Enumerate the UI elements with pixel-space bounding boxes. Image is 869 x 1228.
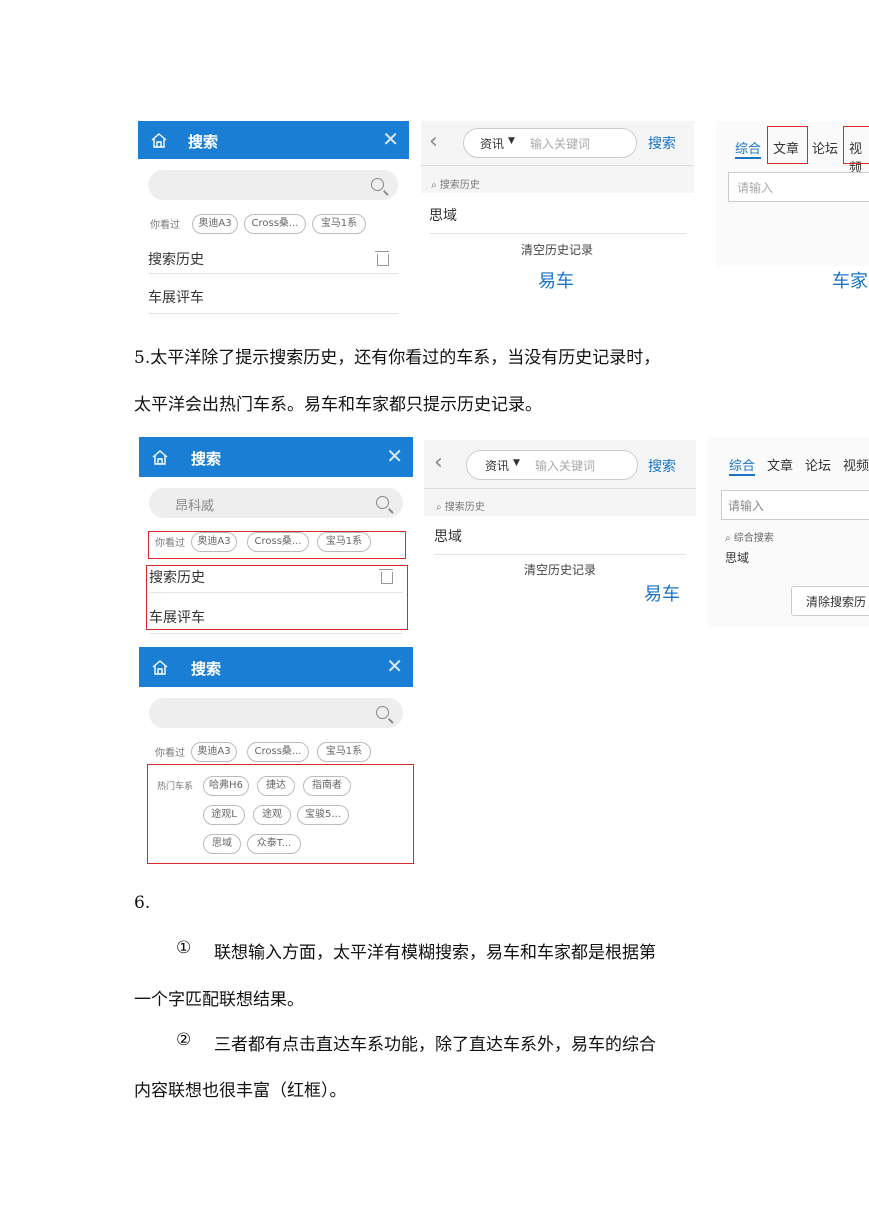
close-icon[interactable]: ✕ <box>386 654 403 678</box>
history-item[interactable]: 思域 <box>725 549 749 566</box>
back-icon[interactable]: ‹ <box>434 450 443 475</box>
divider <box>429 233 686 234</box>
search-input[interactable]: 资讯 ▼ 输入关键词 <box>466 450 638 480</box>
tab-论坛[interactable]: 论坛 <box>812 138 838 157</box>
point-2-line1: 三者都有点击直达车系功能，除了直达车系外，易车的综合 <box>214 1035 656 1055</box>
point-2-line2: 内容联想也很丰富（红框）。 <box>134 1081 347 1101</box>
highlight-box <box>146 565 408 630</box>
pcauto-title: 搜索 <box>191 660 222 678</box>
search-icon[interactable] <box>376 706 389 719</box>
point-2-marker: ② <box>176 1030 192 1050</box>
history-item[interactable]: 车展评车 <box>148 287 204 307</box>
seen-chip[interactable]: Cross桑... <box>247 742 309 762</box>
autohome-search-panel-1: 综合 文章 论坛 视频 请输入 <box>716 121 869 266</box>
pcauto-search-panel-1: 搜索 ✕ 你看过 奥迪A3 Cross桑... 宝马1系 搜索历史 车展评车 <box>138 121 409 326</box>
channel-select[interactable]: 资讯 <box>480 135 504 152</box>
history-label: ⌕ 综合搜索 <box>725 529 774 544</box>
paragraph-5-line2: 太平洋会出热门车系。易车和车家都只提示历史记录。 <box>134 395 542 415</box>
seen-chip[interactable]: 宝马1系 <box>317 742 371 762</box>
history-item[interactable]: 思域 <box>434 526 462 546</box>
divider <box>148 273 398 274</box>
search-input[interactable] <box>148 170 398 200</box>
yiche-search-panel-2: ‹ 资讯 ▼ 输入关键词 搜索 ⌕ 搜索历史 思域 清空历史记录 <box>424 440 696 588</box>
seen-chip[interactable]: 宝马1系 <box>312 214 366 234</box>
chevron-down-icon: ▼ <box>513 458 520 468</box>
chevron-down-icon: ▼ <box>508 136 515 146</box>
autohome-search-panel-2: 综合 文章 论坛 视频 请输入 ⌕ 综合搜索 思域 清除搜索历 <box>707 437 869 627</box>
pcauto-header: 搜索 ✕ <box>138 121 409 159</box>
yiche-caption: 易车 <box>538 271 574 292</box>
seen-chip[interactable]: 奥迪A3 <box>192 214 238 234</box>
tab-综合[interactable]: 综合 <box>735 138 761 157</box>
history-item[interactable]: 思域 <box>429 205 457 225</box>
divider <box>421 165 694 166</box>
highlight-box <box>147 764 414 864</box>
clear-history-button[interactable]: 清空历史记录 <box>521 241 593 258</box>
search-icon[interactable] <box>371 178 384 191</box>
search-icon: ⌕ <box>431 180 440 191</box>
history-label-text: 综合搜索 <box>733 533 774 544</box>
pcauto-header: 搜索 ✕ <box>139 647 413 687</box>
divider <box>434 554 686 555</box>
close-icon[interactable]: ✕ <box>382 127 399 151</box>
search-placeholder: 请输入 <box>737 181 774 195</box>
yiche-caption: 易车 <box>644 584 680 605</box>
search-query: 昂科威 <box>175 499 215 514</box>
clear-history-button[interactable]: 清除搜索历 <box>791 586 869 616</box>
section-6-number: 6. <box>134 893 151 913</box>
search-icon: ⌕ <box>725 533 734 544</box>
search-icon: ⌕ <box>436 502 445 513</box>
tab-文章[interactable]: 文章 <box>767 455 793 474</box>
seen-chip[interactable]: 奥迪A3 <box>191 742 237 762</box>
history-label: 搜索历史 <box>148 252 204 268</box>
search-input[interactable]: 请输入 <box>721 490 869 520</box>
active-tab-underline <box>729 474 755 476</box>
yiche-search-panel-1: ‹ 资讯 ▼ 输入关键词 搜索 ⌕ 搜索历史 思域 清空历史记录 <box>421 121 694 266</box>
tab-论坛[interactable]: 论坛 <box>805 455 831 474</box>
close-icon[interactable]: ✕ <box>386 444 403 468</box>
search-input[interactable]: 资讯 ▼ 输入关键词 <box>463 128 637 158</box>
search-button[interactable]: 搜索 <box>648 456 676 476</box>
search-placeholder: 输入关键词 <box>535 459 596 473</box>
channel-select[interactable]: 资讯 <box>485 457 509 474</box>
search-input[interactable]: 请输入 <box>728 172 869 202</box>
divider <box>148 313 398 314</box>
search-placeholder: 输入关键词 <box>530 137 591 151</box>
divider <box>424 488 696 489</box>
history-label: ⌕ 搜索历史 <box>431 176 480 191</box>
search-placeholder: 请输入 <box>728 499 765 513</box>
point-1-line2: 一个字匹配联想结果。 <box>134 990 304 1010</box>
seen-label: 你看过 <box>155 748 185 759</box>
seen-label: 你看过 <box>150 220 180 231</box>
seen-chip[interactable]: Cross桑... <box>244 214 306 234</box>
search-icon[interactable] <box>376 496 389 509</box>
search-button[interactable]: 搜索 <box>648 133 676 153</box>
trash-icon[interactable] <box>375 251 389 266</box>
home-icon[interactable] <box>150 132 168 148</box>
search-input[interactable]: 昂科威 <box>149 488 403 518</box>
home-icon[interactable] <box>151 659 169 675</box>
clear-history-label: 清除搜索历 <box>806 595 867 609</box>
history-label: ⌕ 搜索历史 <box>436 498 485 513</box>
back-icon[interactable]: ‹ <box>429 129 438 154</box>
search-input[interactable] <box>149 698 403 728</box>
point-1-line1: 联想输入方面，太平洋有模糊搜索，易车和车家都是根据第 <box>214 943 656 963</box>
tab-综合[interactable]: 综合 <box>729 455 755 474</box>
history-label-text: 搜索历史 <box>444 502 485 513</box>
home-icon[interactable] <box>151 449 169 465</box>
pcauto-title: 搜索 <box>188 133 219 151</box>
divider <box>149 633 403 634</box>
highlight-box <box>148 531 406 559</box>
paragraph-5-line1: 5.太平洋除了提示搜索历史，还有你看过的车系，当没有历史记录时， <box>134 348 661 368</box>
clear-history-button[interactable]: 清空历史记录 <box>524 561 596 578</box>
pcauto-title: 搜索 <box>191 450 222 468</box>
highlight-box <box>767 126 808 164</box>
highlight-box <box>843 126 869 164</box>
point-1-marker: ① <box>176 938 192 958</box>
active-tab-underline <box>735 157 761 159</box>
autohome-caption: 车家 <box>832 271 868 292</box>
tab-视频[interactable]: 视频 <box>843 455 869 474</box>
pcauto-header: 搜索 ✕ <box>139 437 413 477</box>
history-label-text: 搜索历史 <box>439 180 480 191</box>
